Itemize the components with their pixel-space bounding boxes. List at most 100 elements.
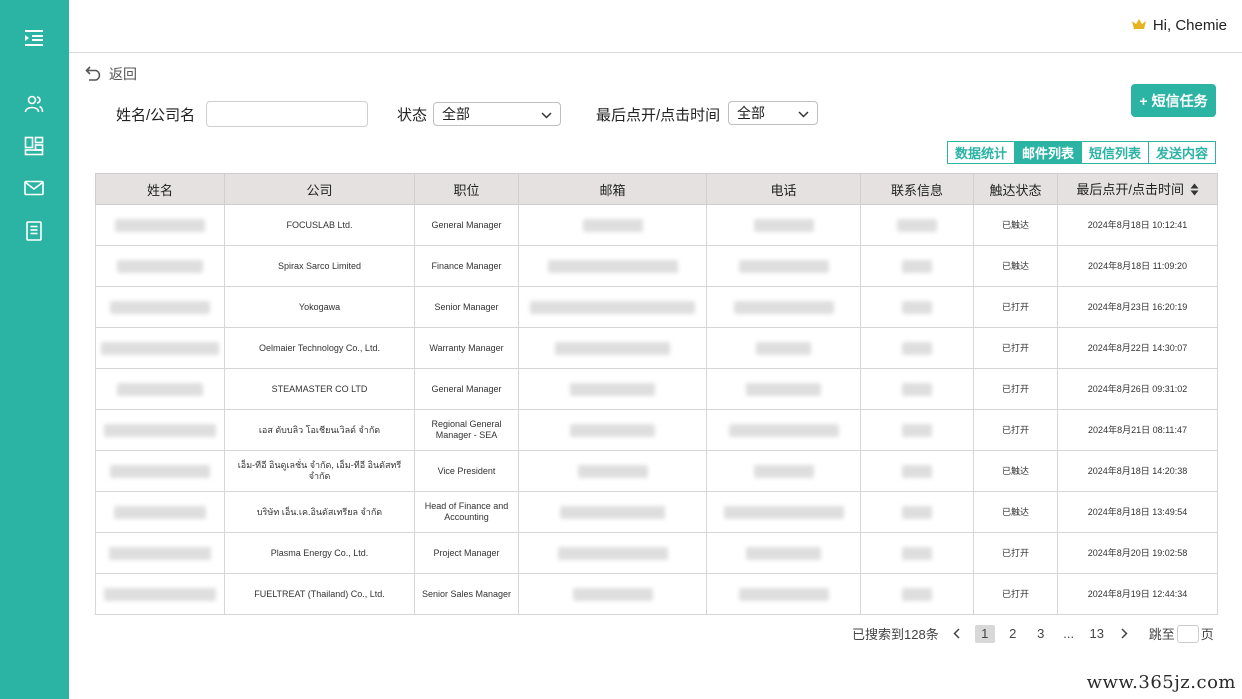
cell-position: Project Manager	[414, 532, 519, 574]
cell-phone	[706, 409, 861, 451]
cell-name	[95, 245, 225, 287]
tab-sms-list[interactable]: 短信列表	[1080, 141, 1149, 164]
page-ellipsis[interactable]: ...	[1059, 625, 1079, 643]
notebook-icon[interactable]	[22, 219, 46, 243]
cell-status: 已打开	[973, 327, 1058, 369]
redacted-block	[109, 546, 211, 560]
cell-contact	[860, 245, 974, 287]
cell-email	[518, 491, 707, 533]
column-header-name[interactable]: 姓名	[95, 173, 225, 205]
cell-company: FOCUSLAB Ltd.	[224, 204, 415, 246]
cell-phone	[706, 368, 861, 410]
status-select[interactable]: 全部	[433, 102, 561, 126]
cell-company: Spirax Sarco Limited	[224, 245, 415, 287]
column-header-company[interactable]: 公司	[224, 173, 415, 205]
cell-company: Plasma Energy Co., Ltd.	[224, 532, 415, 574]
view-tabs: 数据统计 邮件列表 短信列表 发送内容	[946, 141, 1216, 164]
redacted-block	[114, 505, 206, 519]
table-row[interactable]: เอ็ม-ทีอี อินดูเลชั่น จำกัด, เอ็ม-ทีอี อ…	[95, 450, 1218, 492]
table-row[interactable]: เอส ดับบลิว โอเชียนเวิลด์ จำกัด Regional …	[95, 409, 1218, 451]
cell-position: Warranty Manager	[414, 327, 519, 369]
tab-data-stats[interactable]: 数据统计	[946, 141, 1015, 164]
page-3[interactable]: 3	[1031, 625, 1051, 643]
table-row[interactable]: FUELTREAT (Thailand) Co., Ltd. Senior Sal…	[95, 573, 1218, 615]
status-select-value: 全部	[442, 106, 470, 122]
cell-phone	[706, 532, 861, 574]
cell-email	[518, 286, 707, 328]
cell-company: FUELTREAT (Thailand) Co., Ltd.	[224, 573, 415, 615]
table-row[interactable]: Plasma Energy Co., Ltd. Project Manager 已打…	[95, 532, 1218, 574]
column-header-contact[interactable]: 联系信息	[860, 173, 974, 205]
sms-task-button[interactable]: + 短信任务	[1131, 84, 1216, 117]
user-greeting[interactable]: Hi, Chemie	[1131, 17, 1227, 34]
redacted-block	[902, 300, 932, 314]
cell-name	[95, 286, 225, 328]
cell-name	[95, 327, 225, 369]
mail-icon[interactable]	[22, 176, 46, 200]
cell-last-time: 2024年8月18日 11:09:20	[1057, 245, 1218, 287]
column-header-last-time[interactable]: 最后点开/点击时间	[1057, 173, 1218, 205]
cell-position: General Manager	[414, 204, 519, 246]
chevron-down-icon	[541, 106, 552, 122]
cell-phone	[706, 286, 861, 328]
cell-contact	[860, 532, 974, 574]
page-1[interactable]: 1	[974, 624, 995, 643]
time-select[interactable]: 全部	[728, 101, 818, 125]
users-icon[interactable]	[22, 92, 46, 116]
menu-indent-icon[interactable]	[22, 26, 46, 50]
cell-status: 已触达	[973, 245, 1058, 287]
table-row[interactable]: STEAMASTER CO LTD General Manager 已打开 2024年…	[95, 368, 1218, 410]
cell-company: บริษัท เอ็น.เค.อินดัสเทรียล จำกัด	[224, 491, 415, 533]
cell-position: Head of Finance and Accounting	[414, 491, 519, 533]
column-header-phone[interactable]: 电话	[706, 173, 861, 205]
cell-contact	[860, 491, 974, 533]
back-link[interactable]: 返回	[85, 64, 137, 84]
cell-name	[95, 491, 225, 533]
cell-email	[518, 409, 707, 451]
redacted-block	[104, 423, 216, 437]
redacted-block	[902, 587, 932, 601]
cell-name	[95, 204, 225, 246]
redacted-block	[117, 259, 203, 273]
name-filter-label: 姓名/公司名	[116, 107, 196, 124]
cell-status: 已打开	[973, 286, 1058, 328]
sort-icon[interactable]	[1190, 183, 1199, 199]
redacted-block	[756, 341, 811, 355]
redacted-block	[753, 464, 814, 478]
column-header-email[interactable]: 邮箱	[518, 173, 707, 205]
table-row[interactable]: Yokogawa Senior Manager 已打开 2024年8月23日 16:2…	[95, 286, 1218, 328]
next-page-icon[interactable]	[1115, 625, 1135, 643]
cell-last-time: 2024年8月18日 13:49:54	[1057, 491, 1218, 533]
cell-contact	[860, 327, 974, 369]
cell-contact	[860, 286, 974, 328]
sidebar	[0, 0, 69, 699]
dashboard-icon[interactable]	[22, 134, 46, 158]
column-header-position[interactable]: 职位	[414, 173, 519, 205]
table-row[interactable]: Spirax Sarco Limited Finance Manager 已触达 20…	[95, 245, 1218, 287]
cell-phone	[706, 491, 861, 533]
cell-contact	[860, 368, 974, 410]
table-row[interactable]: บริษัท เอ็น.เค.อินดัสเทรียล จำกัด Head of…	[95, 491, 1218, 533]
tab-email-list[interactable]: 邮件列表	[1013, 141, 1082, 164]
cell-phone	[706, 573, 861, 615]
page-2[interactable]: 2	[1003, 625, 1023, 643]
jump-page-input[interactable]	[1176, 624, 1199, 643]
prev-page-icon[interactable]	[947, 625, 967, 643]
page-suffix: 页	[1200, 627, 1214, 642]
column-header-status[interactable]: 触达状态	[973, 173, 1058, 205]
cell-last-time: 2024年8月20日 19:02:58	[1057, 532, 1218, 574]
cell-status: 已打开	[973, 368, 1058, 410]
redacted-block	[902, 341, 932, 355]
cell-name	[95, 532, 225, 574]
cell-company: เอ็ม-ทีอี อินดูเลชั่น จำกัด, เอ็ม-ทีอี อ…	[224, 450, 415, 492]
table-row[interactable]: FOCUSLAB Ltd. General Manager 已触达 2024年8月18…	[95, 204, 1218, 246]
tab-send-content[interactable]: 发送内容	[1147, 141, 1216, 164]
cell-email	[518, 327, 707, 369]
page-13[interactable]: 13	[1087, 625, 1107, 643]
redacted-block	[902, 505, 932, 519]
cell-company: STEAMASTER CO LTD	[224, 368, 415, 410]
table-row[interactable]: Oelmaier Technology Co., Ltd. Warranty Ma…	[95, 327, 1218, 369]
name-filter-input[interactable]	[206, 101, 368, 127]
redacted-block	[753, 218, 814, 232]
cell-email	[518, 204, 707, 246]
